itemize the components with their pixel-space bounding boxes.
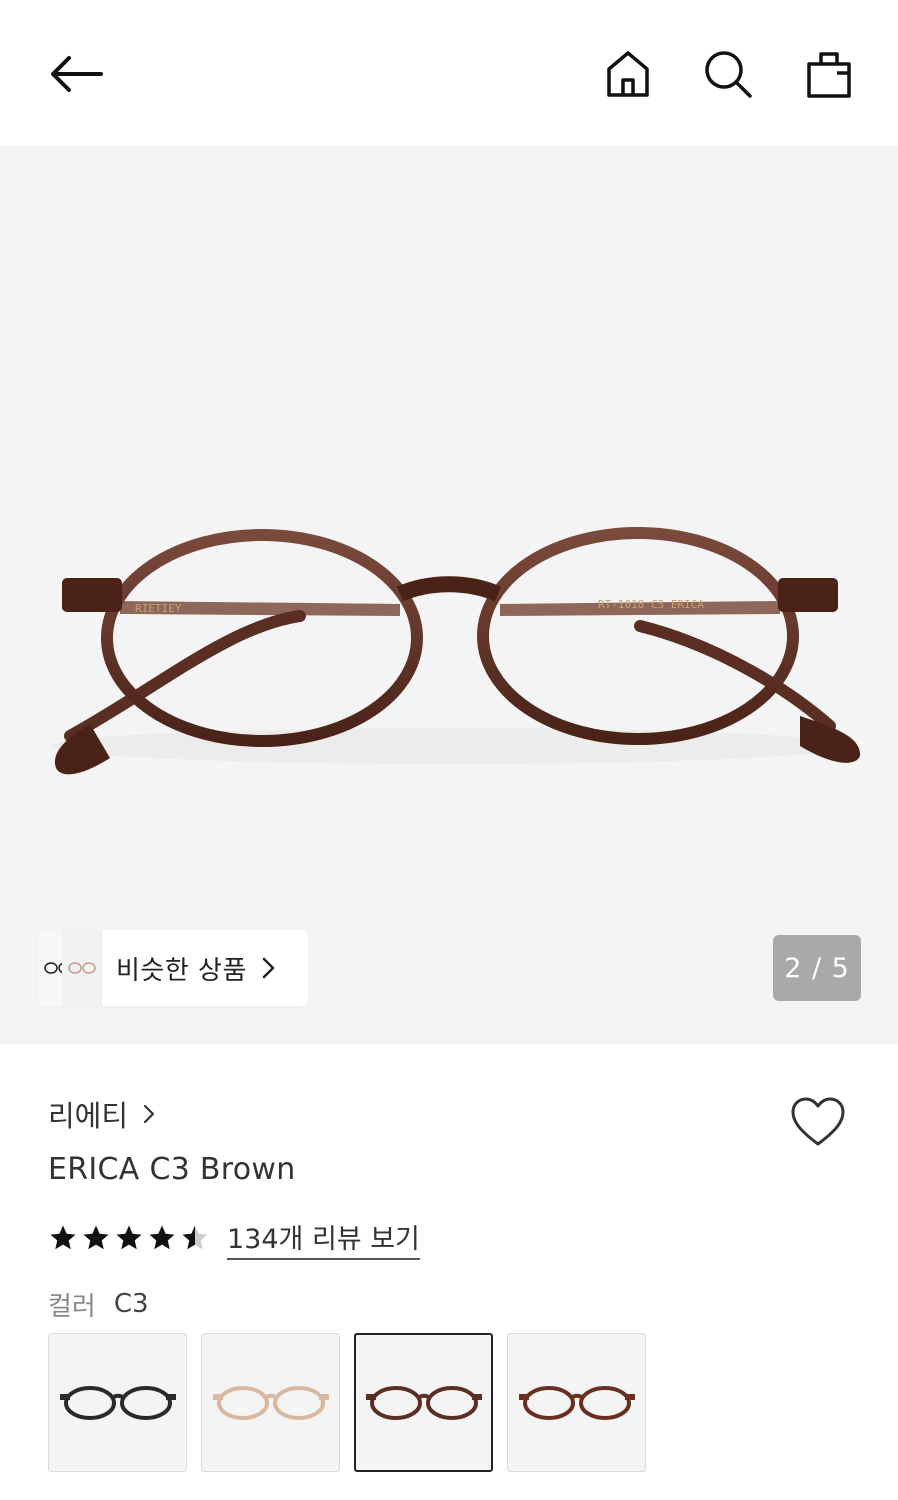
star-half-icon [182,1225,208,1250]
brand-name: 리에티 [48,1099,129,1133]
product-name: ERICA C3 Brown [48,1152,296,1187]
arrow-left-icon [51,56,103,92]
rating-row: 134개 리뷰 보기 [48,1216,420,1260]
chevron-right-icon [142,1103,156,1125]
cart-button[interactable] [801,46,857,102]
star-full-icon [50,1225,76,1250]
color-swatch-c3[interactable] [354,1333,493,1472]
color-swatch-c1[interactable] [48,1333,187,1472]
rating-stars [48,1223,213,1253]
home-icon [607,51,649,97]
brand-link[interactable]: 리에티 [48,1092,156,1136]
product-image: RIETIEY RT-1018 C3 ERICA [50,527,861,775]
search-button[interactable] [700,46,756,102]
review-link[interactable]: 134개 리뷰 보기 [227,1217,420,1260]
star-full-icon [116,1225,142,1250]
similar-products-label: 비슷한 상품 [116,955,247,986]
color-swatch-c2[interactable] [201,1333,340,1472]
color-label: 컬러 [48,1291,96,1322]
similar-thumb [62,930,102,1006]
star-full-icon [149,1225,175,1250]
glasses-thumb-icon [365,1385,482,1420]
temple-print-right: RT-1018 C3 ERICA [598,598,704,611]
color-row: 컬러 C3 [48,1286,149,1322]
shopping-bag-icon [807,52,851,98]
color-value: C3 [113,1289,149,1319]
image-counter: 2 / 5 [773,935,861,1001]
similar-products-button[interactable]: 비슷한 상품 [38,930,308,1006]
product-image-gallery[interactable]: RIETIEY RT-1018 C3 ERICA 비슷한 상품 2 / 5 [0,146,898,1044]
chevron-right-icon [261,956,277,980]
color-swatch-c4[interactable] [507,1333,646,1472]
top-bar [0,0,898,146]
glasses-thumb-icon [59,1385,176,1420]
search-icon [705,51,752,98]
home-button[interactable] [600,46,656,102]
color-swatches [48,1333,660,1472]
glasses-thumb-icon [518,1385,635,1420]
glasses-thumb-icon [212,1385,329,1420]
heart-icon [791,1097,845,1146]
wishlist-button[interactable] [786,1092,850,1152]
glasses-thumb-icon [67,962,96,974]
star-full-icon [83,1225,109,1250]
back-button[interactable] [44,46,108,102]
similar-thumbnails [38,930,102,1006]
temple-print-left: RIETIEY [135,602,182,615]
